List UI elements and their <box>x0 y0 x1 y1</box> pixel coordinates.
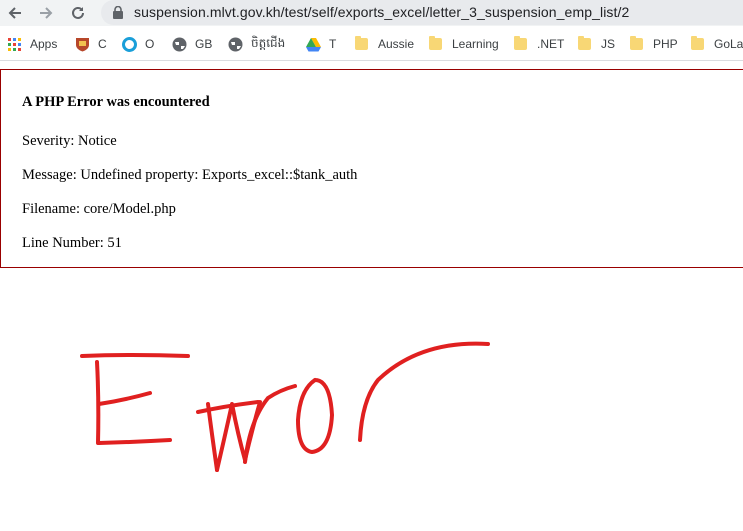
handwritten-error-scribble <box>80 341 490 472</box>
